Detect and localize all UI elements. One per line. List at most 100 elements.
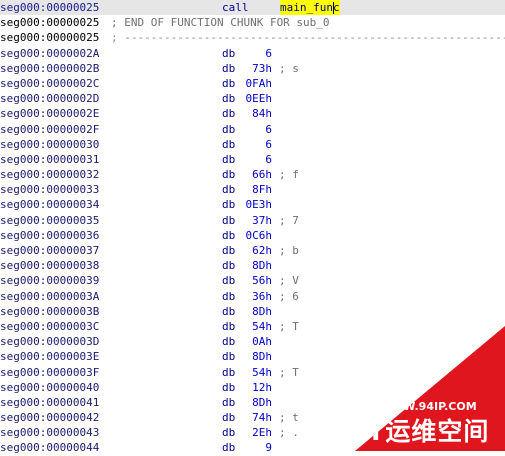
listing-row[interactable]: seg000:00000039 db 56h ; V [0,273,505,288]
listing-row[interactable]: seg000:00000038 db 8Dh [0,258,505,273]
listing-row[interactable]: seg000:0000002D db 0EEh [0,91,505,106]
address[interactable]: seg000:00000042 [0,410,99,425]
operand[interactable]: 0E3h [238,197,273,212]
listing-row[interactable]: seg000:00000036 db 0C6h [0,228,505,243]
mnemonic: db [222,319,236,333]
operand[interactable]: 37h [238,213,272,228]
address[interactable]: seg000:00000034 [0,197,99,212]
address[interactable]: seg000:00000025 [0,0,99,15]
mnemonic: db [222,426,236,440]
address[interactable]: seg000:00000041 [0,395,99,410]
mnemonic: db [222,137,236,151]
address[interactable]: seg000:00000044 [0,440,99,455]
call-target-main-func[interactable]: main_func [280,0,340,16]
operand[interactable]: 0FAh [238,76,273,91]
address[interactable]: seg000:0000003F [0,365,99,380]
listing-row[interactable]: seg000:00000034 db 0E3h [0,197,505,212]
listing-row[interactable]: seg000:00000025 ; -----------------------… [0,30,505,45]
listing-row[interactable]: seg000:0000002F db 6 [0,122,505,137]
address[interactable]: seg000:00000030 [0,137,99,152]
address[interactable]: seg000:0000002C [0,76,99,91]
address[interactable]: seg000:00000040 [0,380,99,395]
operand[interactable]: 62h [238,243,272,258]
address[interactable]: seg000:00000032 [0,167,99,182]
listing-row[interactable]: seg000:00000037 db 62h ; b [0,243,505,258]
operand[interactable]: 8Fh [238,182,272,197]
address[interactable]: seg000:0000003A [0,289,99,304]
char-comment: ; b [279,244,299,257]
operand[interactable]: 8Dh [238,304,272,319]
listing-row[interactable]: seg000:0000002B db 73h ; s [0,61,505,76]
listing-row[interactable]: seg000:00000030 db 6 [0,137,505,152]
operand[interactable]: 54h [238,365,272,380]
operand[interactable]: 9 [238,440,272,455]
operand[interactable]: 36h [238,289,272,304]
char-comment: ; T [279,365,299,379]
address[interactable]: seg000:00000025 [0,30,99,45]
operand[interactable]: 56h [238,273,272,288]
chunk-end-comment: ; END OF FUNCTION CHUNK FOR sub_0 [111,16,330,30]
listing-row[interactable]: seg000:0000003B db 8Dh [0,304,505,319]
operand[interactable]: 0EEh [238,91,273,106]
address[interactable]: seg000:0000002B [0,61,99,76]
address[interactable]: seg000:0000003C [0,319,99,334]
mnemonic: db [222,289,236,303]
address[interactable]: seg000:00000033 [0,182,99,197]
listing-row[interactable]: seg000:0000002A db 6 [0,46,505,61]
operand[interactable]: 6 [238,137,272,152]
operand[interactable]: 8Dh [238,258,272,273]
listing-row[interactable]: seg000:00000035 db 37h ; 7 [0,213,505,228]
operand[interactable]: 8Dh [238,349,272,364]
address[interactable]: seg000:0000003D [0,334,99,349]
mnemonic: db [222,152,236,166]
address[interactable]: seg000:00000025 [0,15,99,30]
char-comment: ; 7 [279,213,299,227]
address[interactable]: seg000:00000039 [0,273,99,288]
listing-row[interactable]: seg000:0000002E db 84h [0,106,505,121]
mnemonic: db [222,304,236,318]
listing-row[interactable]: seg000:00000031 db 6 [0,152,505,167]
address[interactable]: seg000:0000002D [0,91,99,106]
address[interactable]: seg000:00000035 [0,213,99,228]
operand[interactable]: 84h [238,106,272,121]
watermark-site: WWW.94IP.COM [379,400,477,413]
listing-row[interactable]: seg000:00000032 db 66h ; f [0,167,505,182]
address[interactable]: seg000:00000036 [0,228,99,243]
address[interactable]: seg000:0000002A [0,46,99,61]
listing-row[interactable]: seg000:0000003A db 36h ; 6 [0,289,505,304]
address[interactable]: seg000:00000043 [0,425,99,440]
mnemonic: db [222,168,236,182]
operand[interactable]: 2Eh [238,425,272,440]
operand[interactable]: 54h [238,319,272,334]
operand[interactable]: 73h [238,61,272,76]
char-comment: ; V [279,274,299,288]
address[interactable]: seg000:00000037 [0,243,99,258]
address[interactable]: seg000:0000003B [0,304,99,319]
listing-row[interactable]: seg000:00000033 db 8Fh [0,182,505,197]
operand[interactable]: 0Ah [238,334,272,349]
char-comment: ; 6 [279,289,299,303]
mnemonic: db [222,122,236,136]
operand[interactable]: 66h [238,167,272,182]
address[interactable]: seg000:0000002E [0,106,99,121]
operand[interactable]: 8Dh [238,395,272,410]
listing-row[interactable]: seg000:0000002C db 0FAh [0,76,505,91]
address[interactable]: seg000:00000038 [0,258,99,273]
mnemonic: db [222,441,236,455]
address[interactable]: seg000:00000031 [0,152,99,167]
operand[interactable]: 6 [238,122,272,137]
mnemonic: db [222,92,236,106]
mnemonic: db [222,244,236,257]
address[interactable]: seg000:0000003E [0,349,99,364]
operand[interactable]: 74h [238,410,272,425]
mnemonic: db [222,335,236,349]
operand[interactable]: 12h [238,380,272,395]
operand[interactable]: 0C6h [238,228,273,243]
operand[interactable]: 6 [238,46,272,61]
address[interactable]: seg000:0000002F [0,122,99,137]
mnemonic: db [222,274,236,288]
mnemonic: db [222,259,236,273]
current-line[interactable]: seg000:00000025 call main_func [0,0,505,16]
operand[interactable]: 6 [238,152,272,167]
listing-row[interactable]: seg000:00000025 ; END OF FUNCTION CHUNK F… [0,15,505,30]
